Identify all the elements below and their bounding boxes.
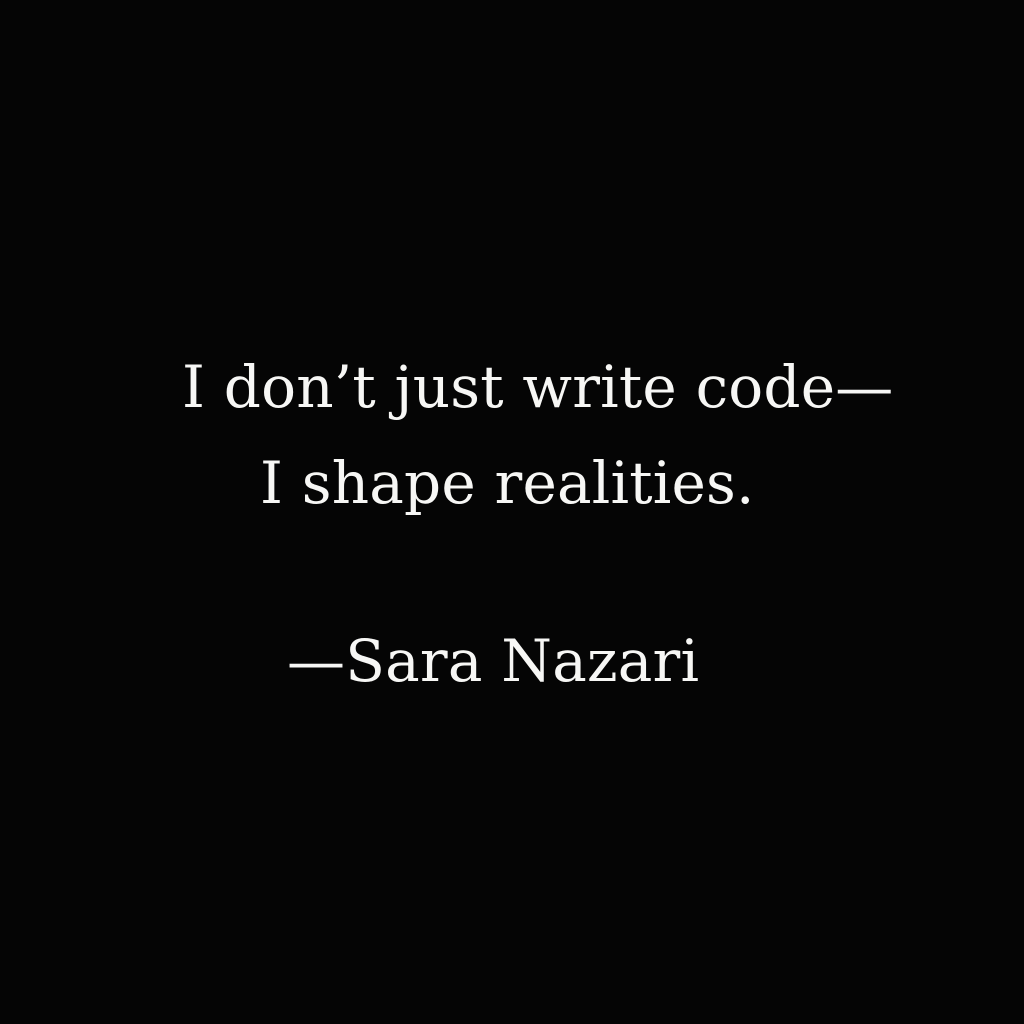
quote-line-1: I don’t just write code— bbox=[182, 353, 894, 421]
quote-card: I don’t just write code— I shape realiti… bbox=[0, 0, 1024, 1024]
quote-attribution: —Sara Nazari bbox=[287, 627, 700, 695]
quote-line-2: I shape realities. bbox=[260, 449, 755, 517]
